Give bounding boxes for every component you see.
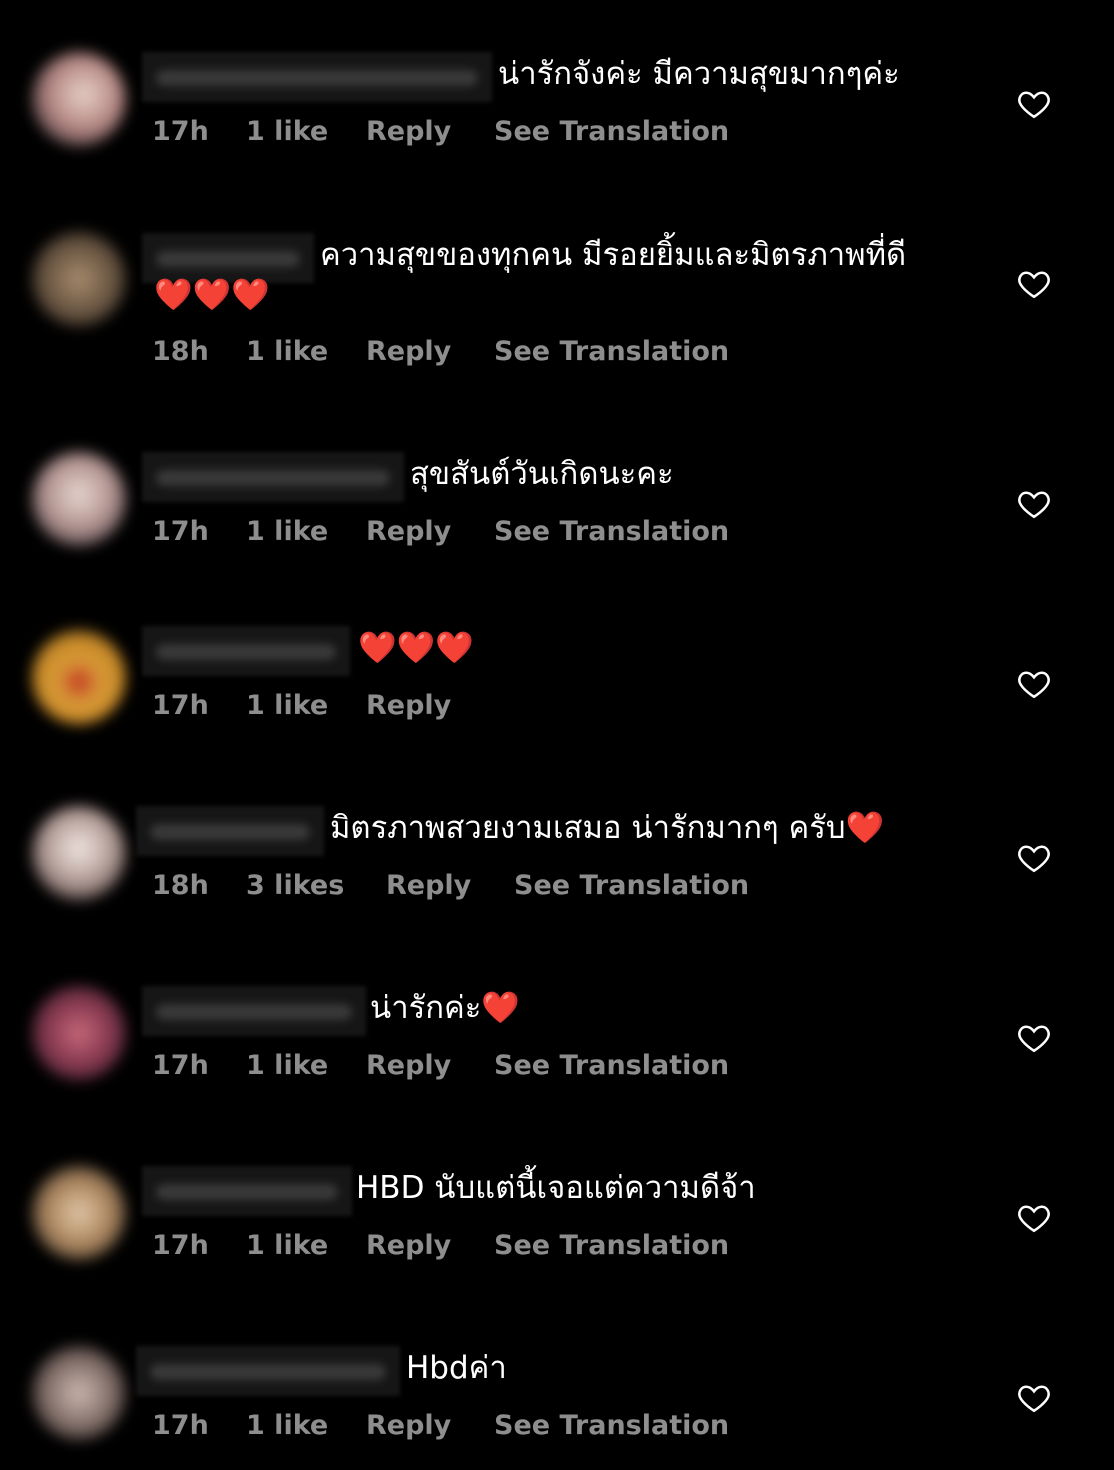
likes-count[interactable]: 1 like: [246, 1230, 366, 1261]
heart-outline-icon[interactable]: [1016, 266, 1052, 302]
comment-meta: 17h 1 like Reply See Translation: [152, 1410, 729, 1441]
comment-text: Hbdค่า: [406, 1350, 507, 1386]
comment-time: 17h: [152, 690, 209, 721]
comment-meta: 18h 1 like Reply See Translation: [152, 336, 729, 367]
comment-time: 17h: [152, 1230, 209, 1261]
reply-button[interactable]: Reply: [366, 1230, 494, 1261]
heart-outline-icon[interactable]: [1016, 1380, 1052, 1416]
see-translation-button[interactable]: See Translation: [494, 516, 729, 547]
username[interactable]: [142, 1166, 352, 1216]
avatar[interactable]: [32, 630, 126, 724]
reply-button[interactable]: Reply: [366, 1410, 494, 1441]
reply-button[interactable]: Reply: [366, 1050, 494, 1081]
comment-text: น่ารักจังค่ะ มีความสุขมากๆค่ะ: [498, 56, 900, 92]
avatar[interactable]: [32, 806, 126, 900]
reply-button[interactable]: Reply: [366, 516, 494, 547]
comment-meta: 17h 1 like Reply See Translation: [152, 1050, 729, 1081]
username[interactable]: [142, 52, 492, 102]
likes-count[interactable]: 1 like: [246, 116, 366, 147]
reply-button[interactable]: Reply: [386, 870, 514, 901]
avatar[interactable]: [32, 986, 126, 1080]
comment-text: ❤️❤️❤️: [358, 630, 474, 666]
see-translation-button[interactable]: See Translation: [494, 1050, 729, 1081]
see-translation-button[interactable]: See Translation: [494, 1230, 729, 1261]
see-translation-button[interactable]: See Translation: [494, 336, 729, 367]
heart-outline-icon[interactable]: [1016, 840, 1052, 876]
comment-text: มิตรภาพสวยงามเสมอ น่ารักมากๆ ครับ❤️: [330, 810, 885, 846]
comment-text: สุขสันต์วันเกิดนะคะ: [410, 456, 674, 492]
username[interactable]: [142, 626, 350, 676]
avatar[interactable]: [32, 52, 126, 146]
heart-outline-icon[interactable]: [1016, 1200, 1052, 1236]
heart-outline-icon[interactable]: [1016, 666, 1052, 702]
comment-meta: 17h 1 like Reply See Translation: [152, 1230, 729, 1261]
username[interactable]: [142, 452, 404, 502]
username[interactable]: [136, 1346, 400, 1396]
see-translation-button[interactable]: See Translation: [494, 1410, 729, 1441]
avatar[interactable]: [32, 452, 126, 546]
comment-time: 17h: [152, 116, 209, 147]
likes-count[interactable]: 3 likes: [246, 870, 386, 901]
reply-button[interactable]: Reply: [366, 116, 494, 147]
comment-time: 18h: [152, 336, 209, 367]
comment-meta: 17h 1 like Reply See Translation: [152, 116, 729, 147]
username[interactable]: [142, 986, 366, 1036]
comment-meta: 17h 1 like Reply: [152, 690, 494, 721]
comment-time: 17h: [152, 516, 209, 547]
comment-text-continued: ❤️❤️❤️: [154, 277, 270, 313]
see-translation-button[interactable]: See Translation: [494, 116, 729, 147]
username[interactable]: [136, 806, 324, 856]
likes-count[interactable]: 1 like: [246, 336, 366, 367]
comment-text: น่ารักค่ะ❤️: [370, 990, 521, 1026]
heart-outline-icon[interactable]: [1016, 486, 1052, 522]
avatar[interactable]: [32, 1166, 126, 1260]
comment-text: ความสุขของทุกคน มีรอยยิ้มและมิตรภาพที่ดี: [320, 237, 907, 273]
likes-count[interactable]: 1 like: [246, 1410, 366, 1441]
reply-button[interactable]: Reply: [366, 690, 494, 721]
comment-meta: 18h 3 likes Reply See Translation: [152, 870, 749, 901]
likes-count[interactable]: 1 like: [246, 1050, 366, 1081]
avatar[interactable]: [32, 232, 126, 326]
comment-time: 18h: [152, 870, 209, 901]
comment-text: HBD นับแต่นี้เจอแต่ความดีจ้า: [356, 1170, 756, 1206]
avatar[interactable]: [32, 1346, 126, 1440]
comment-time: 17h: [152, 1410, 209, 1441]
comment-meta: 17h 1 like Reply See Translation: [152, 516, 729, 547]
reply-button[interactable]: Reply: [366, 336, 494, 367]
likes-count[interactable]: 1 like: [246, 690, 366, 721]
comment-time: 17h: [152, 1050, 209, 1081]
heart-outline-icon[interactable]: [1016, 1020, 1052, 1056]
likes-count[interactable]: 1 like: [246, 516, 366, 547]
heart-outline-icon[interactable]: [1016, 86, 1052, 122]
see-translation-button[interactable]: See Translation: [514, 870, 749, 901]
